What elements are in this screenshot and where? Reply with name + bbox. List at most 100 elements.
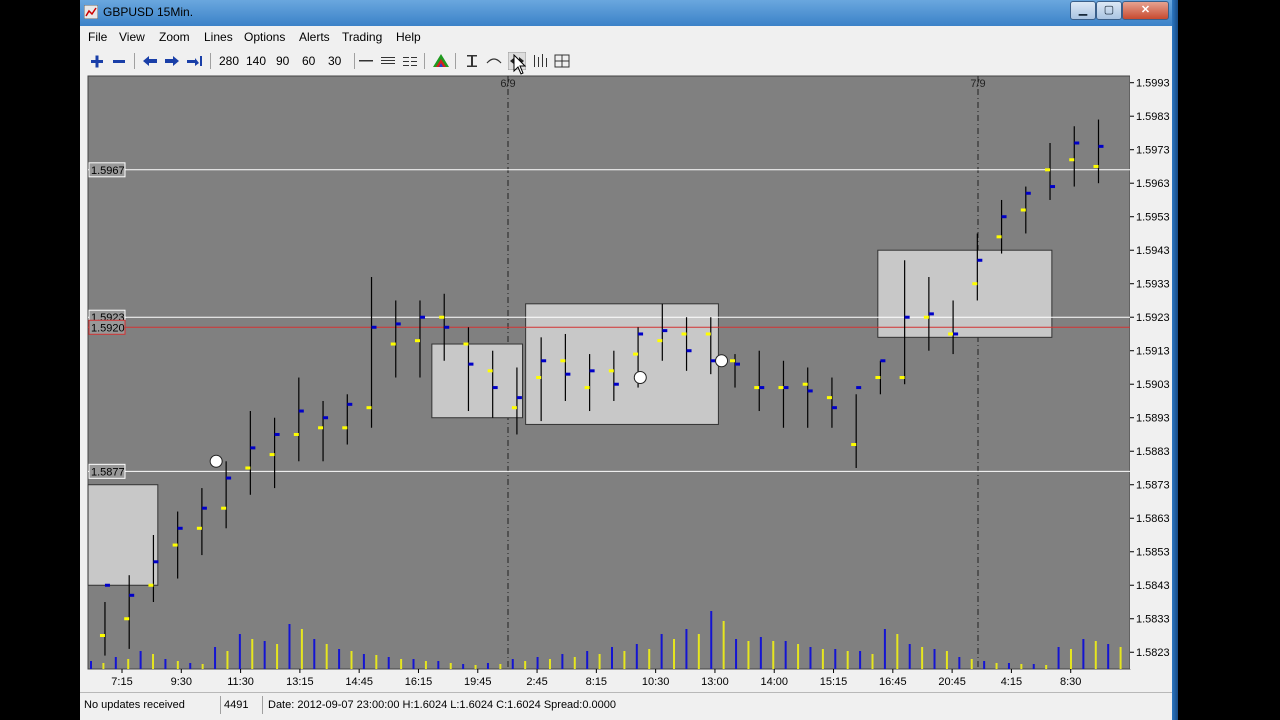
y-tick-label: 1.5923 [1136, 312, 1170, 324]
menu-options[interactable]: Options [244, 30, 285, 44]
bars-icon[interactable] [532, 52, 548, 70]
curve-icon[interactable] [486, 52, 502, 70]
zoom-in-icon[interactable] [90, 52, 104, 70]
volume-bar-blue [90, 661, 92, 669]
volume-bar-blue [313, 639, 316, 669]
scroll-end-icon[interactable] [186, 52, 204, 70]
status-message: No updates received [84, 699, 185, 711]
volume-bar-yellow [673, 639, 676, 669]
volume-bar-yellow [821, 649, 824, 669]
volume-bar-blue [114, 657, 117, 669]
hline-icon[interactable] [358, 52, 374, 70]
volume-bar-yellow [921, 647, 924, 669]
volume-bar-yellow [945, 651, 948, 669]
volume-bar-blue [511, 659, 514, 669]
x-tick-label: 4:15 [1001, 676, 1022, 688]
menu-view[interactable]: View [119, 30, 145, 44]
day-label: 6/9 [500, 78, 515, 90]
volume-bar-blue [412, 659, 415, 669]
x-tick-label: 13:00 [701, 676, 729, 688]
volume-bar-blue [933, 649, 936, 669]
menu-help[interactable]: Help [396, 30, 421, 44]
volume-bar-yellow [1094, 641, 1097, 669]
dashed-line-icon[interactable] [402, 52, 418, 70]
menu-lines[interactable]: Lines [204, 30, 233, 44]
scroll-left-icon[interactable] [142, 52, 158, 70]
volume-bar-yellow [176, 661, 179, 669]
volume-bar-blue [611, 647, 613, 669]
dotted-line-icon[interactable] [380, 52, 396, 70]
color-pyramid-icon[interactable] [432, 52, 450, 70]
volume-bar-yellow [424, 661, 427, 669]
volume-bar-blue [139, 651, 142, 669]
volume-bar-yellow [623, 651, 626, 669]
crosshair-icon[interactable] [464, 52, 480, 70]
title-bar[interactable]: GBPUSD 15Min. ▁ ▢ ✕ [80, 0, 1172, 26]
volume-bar-blue [462, 664, 465, 669]
chart-area[interactable]: 6/9 7/9 1.5967 1.5923 1.5920 1.5877 1.5993 1.59… [80, 74, 1172, 692]
bars-30-button[interactable]: 30 [328, 52, 341, 70]
volume-bar-yellow [846, 651, 849, 669]
close-button[interactable]: ✕ [1122, 1, 1169, 20]
x-tick-label: 10:30 [642, 676, 670, 688]
y-tick-label: 1.5903 [1136, 379, 1170, 391]
minimize-button[interactable]: ▁ [1070, 1, 1096, 20]
volume-bar-yellow [449, 663, 452, 669]
price-zone-box [525, 303, 719, 425]
bars-60-button[interactable]: 60 [302, 52, 315, 70]
price-chart[interactable]: 6/9 7/9 1.5967 1.5923 1.5920 1.5877 1.5993 1.59… [80, 74, 1172, 692]
volume-bar-yellow [375, 655, 378, 669]
menu-zoom[interactable]: Zoom [159, 30, 190, 44]
bars-90-button[interactable]: 90 [276, 52, 289, 70]
menu-file[interactable]: File [88, 30, 107, 44]
scroll-right-icon[interactable] [164, 52, 180, 70]
volume-bar-blue [759, 637, 762, 669]
volume-bar-blue [561, 654, 564, 669]
day-label: 7/9 [970, 78, 985, 90]
volume-bar-blue [536, 657, 539, 669]
layout-icon[interactable] [554, 52, 570, 70]
volume-bar-yellow [573, 657, 576, 669]
volume-bar-yellow [772, 641, 775, 669]
bars-280-button[interactable]: 280 [219, 52, 239, 70]
volume-bar-blue [1007, 663, 1010, 669]
y-tick-label: 1.5823 [1136, 647, 1170, 659]
maximize-button[interactable]: ▢ [1096, 1, 1122, 20]
menu-alerts[interactable]: Alerts [299, 30, 330, 44]
level-label: 1.5920 [91, 322, 125, 334]
volume-bar-blue [1107, 644, 1110, 669]
volume-bar-yellow [152, 654, 155, 669]
volume-bar-yellow [970, 659, 973, 669]
volume-bar-yellow [127, 659, 130, 669]
volume-bar-blue [338, 649, 341, 669]
y-tick-label: 1.5993 [1136, 78, 1170, 90]
volume-bar-yellow [896, 634, 899, 669]
status-count: 4491 [224, 699, 249, 711]
volume-bar-yellow [871, 654, 874, 669]
volume-bar-blue [859, 651, 862, 669]
toolbar-separator [210, 53, 211, 69]
menu-trading[interactable]: Trading [342, 30, 382, 44]
x-tick-label: 9:30 [171, 676, 192, 688]
x-tick-label: 8:30 [1060, 676, 1081, 688]
volume-bar-yellow [201, 664, 204, 669]
y-tick-label: 1.5893 [1136, 413, 1170, 425]
zoom-out-icon[interactable] [112, 52, 126, 70]
price-zone-box [877, 249, 1053, 338]
bars-140-button[interactable]: 140 [246, 52, 266, 70]
status-bar: No updates received 4491 Date: 2012-09-0… [80, 692, 1172, 720]
volume-bar-yellow [524, 661, 527, 669]
volume-bar-blue [189, 663, 192, 669]
volume-bar-yellow [350, 651, 353, 669]
volume-bar-yellow [797, 644, 800, 669]
y-tick-label: 1.5843 [1136, 580, 1170, 592]
volume-bar-yellow [747, 641, 750, 669]
x-tick-label: 15:15 [820, 676, 848, 688]
window-title: GBPUSD 15Min. [103, 5, 194, 19]
volume-bar-yellow [276, 644, 279, 669]
volume-bar-blue [660, 634, 663, 669]
status-separator [220, 696, 221, 714]
toolbar-separator [455, 53, 456, 69]
volume-bar-blue [288, 624, 291, 669]
volume-bar-blue [214, 647, 217, 669]
